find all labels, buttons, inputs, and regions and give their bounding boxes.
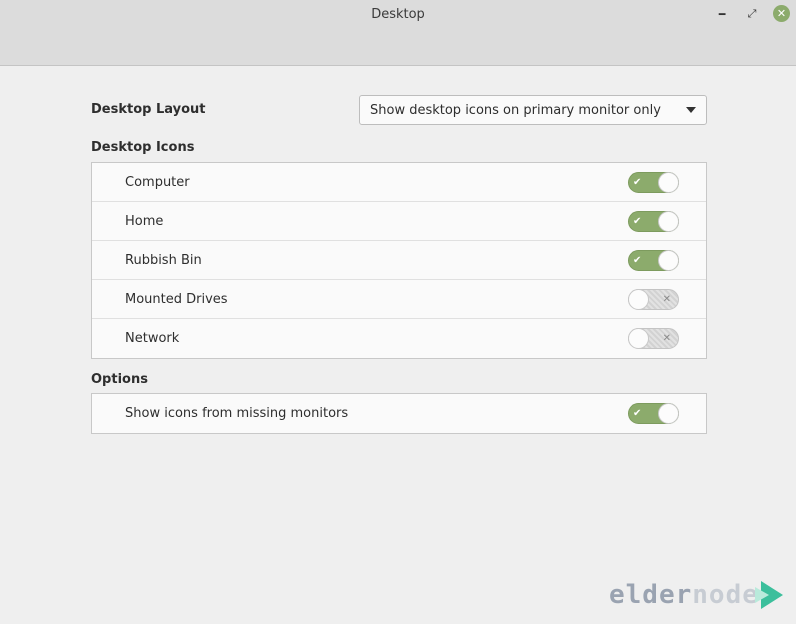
- minimize-button[interactable]: ━: [714, 6, 730, 22]
- list-item-network: Network ✕: [92, 319, 706, 358]
- toggle-knob: [628, 289, 649, 310]
- network-toggle[interactable]: ✕: [628, 328, 679, 349]
- list-item-missing-monitors: Show icons from missing monitors ✔: [92, 394, 706, 433]
- desktop-icons-label: Desktop Icons: [91, 140, 195, 155]
- close-icon: ✕: [776, 7, 787, 20]
- missing-monitors-label: Show icons from missing monitors: [125, 406, 349, 421]
- mounted-drives-label: Mounted Drives: [125, 291, 228, 307]
- minimize-icon: ━: [718, 7, 726, 21]
- home-label: Home: [125, 213, 164, 229]
- maximize-button[interactable]: ⤢: [744, 6, 760, 22]
- window-title: Desktop: [371, 7, 425, 22]
- toggle-knob: [658, 211, 679, 232]
- play-logo-icon: [754, 581, 783, 609]
- eldernode-watermark: elder node: [609, 578, 785, 612]
- mounted-drives-toggle[interactable]: ✕: [628, 289, 679, 310]
- list-item-computer: Computer ✔: [92, 163, 706, 202]
- watermark-text-right: node: [692, 580, 759, 610]
- window-titlebar: Desktop ━ ⤢ ✕: [0, 0, 796, 66]
- desktop-layout-selected: Show desktop icons on primary monitor on…: [370, 102, 661, 118]
- desktop-layout-label: Desktop Layout: [91, 102, 206, 117]
- options-label: Options: [91, 372, 148, 387]
- list-item-rubbish-bin: Rubbish Bin ✔: [92, 241, 706, 280]
- computer-label: Computer: [125, 174, 190, 190]
- missing-monitors-toggle[interactable]: ✔: [628, 403, 679, 424]
- computer-toggle[interactable]: ✔: [628, 172, 679, 193]
- options-list: Show icons from missing monitors ✔: [91, 393, 707, 434]
- check-icon: ✔: [633, 177, 642, 188]
- close-button[interactable]: ✕: [773, 5, 790, 22]
- list-item-home: Home ✔: [92, 202, 706, 241]
- maximize-icon: ⤢: [747, 7, 757, 20]
- check-icon: ✔: [633, 255, 642, 266]
- toggle-knob: [658, 250, 679, 271]
- toggle-knob: [628, 328, 649, 349]
- rubbish-bin-toggle[interactable]: ✔: [628, 250, 679, 271]
- cross-icon: ✕: [662, 333, 671, 344]
- rubbish-bin-label: Rubbish Bin: [125, 252, 202, 268]
- check-icon: ✔: [633, 216, 642, 227]
- list-item-mounted-drives: Mounted Drives ✕: [92, 280, 706, 319]
- desktop-icons-list: Computer ✔ Home ✔ Rubbish Bin ✔ Mounted …: [91, 162, 707, 359]
- check-icon: ✔: [633, 408, 642, 419]
- home-toggle[interactable]: ✔: [628, 211, 679, 232]
- toggle-knob: [658, 172, 679, 193]
- desktop-layout-dropdown[interactable]: Show desktop icons on primary monitor on…: [359, 95, 707, 125]
- dropdown-arrow-icon: [686, 107, 696, 113]
- cross-icon: ✕: [662, 294, 671, 305]
- toggle-knob: [658, 403, 679, 424]
- watermark-text-left: elder: [609, 580, 693, 610]
- network-label: Network: [125, 331, 180, 346]
